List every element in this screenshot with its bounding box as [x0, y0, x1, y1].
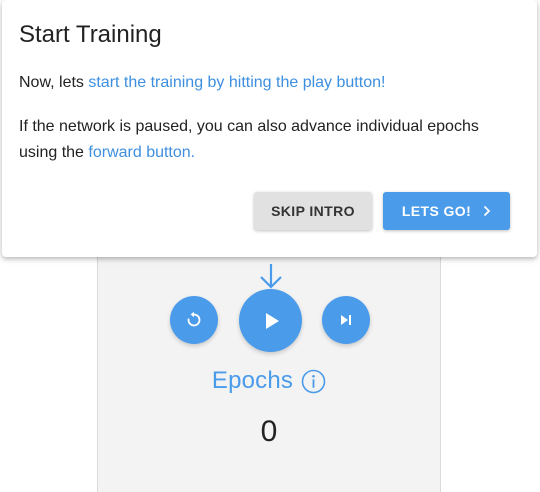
epochs-counter: 0	[260, 415, 278, 448]
paragraph-text: Now, lets	[19, 74, 89, 91]
step-forward-button[interactable]	[322, 296, 370, 344]
reset-button[interactable]	[170, 296, 218, 344]
lets-go-button[interactable]: LETS GO!	[383, 192, 510, 230]
skip-intro-button[interactable]: SKIP INTRO	[254, 192, 372, 230]
dialog-paragraph-forward: If the network is paused, you can also a…	[19, 114, 524, 166]
training-controls-panel: Epochs 0	[97, 230, 441, 492]
epochs-header: Epochs	[98, 366, 440, 396]
down-arrow-icon	[260, 264, 282, 289]
info-icon[interactable]	[301, 369, 326, 394]
lets-go-label: LETS GO!	[401, 203, 472, 219]
training-intro-screen: Epochs 0 Start Training Now, lets start …	[0, 0, 540, 492]
reset-icon	[187, 311, 201, 327]
paragraph-text: If the network is paused, you can also a…	[19, 118, 479, 135]
forward-button-reference: forward button.	[88, 144, 196, 161]
play-button-reference: start the training by hitting the play b…	[88, 74, 386, 91]
intro-dialog: Start Training Now, lets start the train…	[2, 0, 537, 257]
step-forward-icon	[341, 315, 351, 325]
epochs-label: Epochs	[211, 367, 294, 394]
chevron-right-icon	[484, 205, 491, 217]
dialog-title: Start Training	[19, 21, 162, 48]
play-icon	[265, 312, 279, 329]
dialog-paragraph-play: Now, lets start the training by hitting …	[19, 70, 524, 96]
play-button[interactable]	[239, 289, 302, 352]
paragraph-text: using the	[19, 144, 89, 161]
